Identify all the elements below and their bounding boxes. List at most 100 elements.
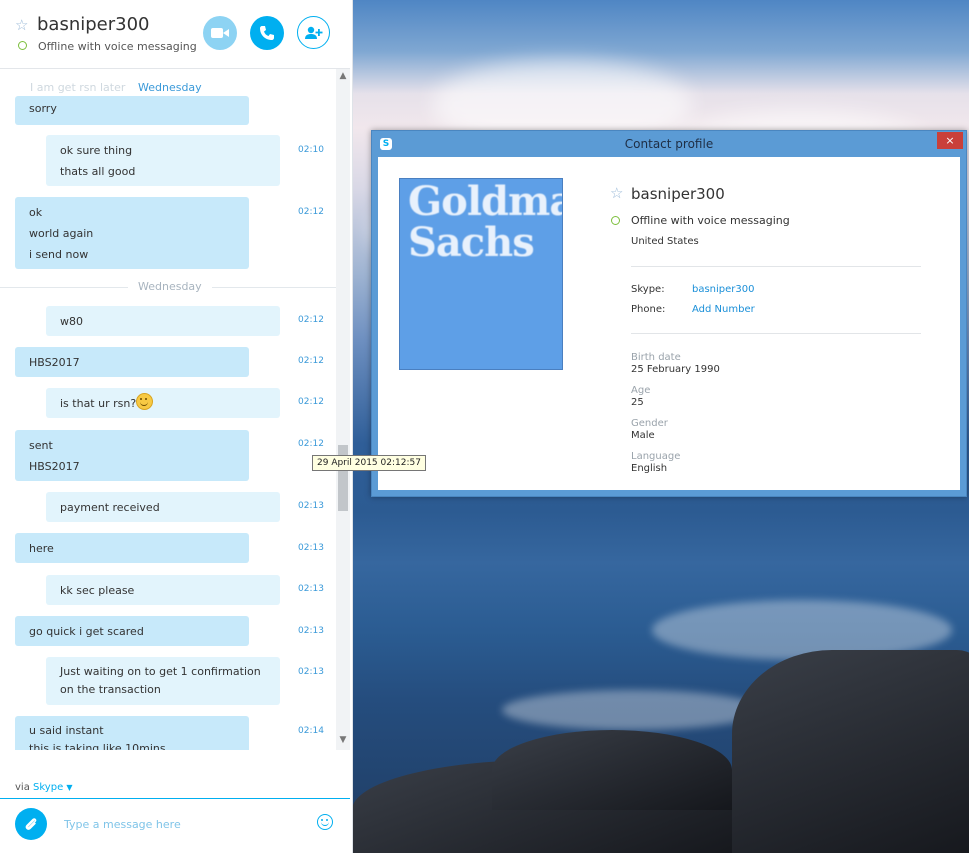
- message-bubble[interactable]: kk sec please: [46, 575, 280, 605]
- attach-button[interactable]: [15, 808, 47, 840]
- rock: [732, 650, 969, 853]
- divider: [631, 333, 921, 334]
- message-bubble[interactable]: w80: [46, 306, 280, 336]
- emoji-icon[interactable]: [317, 814, 333, 830]
- status-icon: [611, 216, 620, 225]
- message-bubble[interactable]: ok sure thing thats all good: [46, 135, 280, 186]
- message-bubble[interactable]: ok world again i send now: [15, 197, 249, 269]
- message-time: 02:12: [298, 439, 324, 449]
- add-contact-button[interactable]: [297, 16, 330, 49]
- message-list[interactable]: I am get rsn later Wednesday sorry ok su…: [0, 69, 336, 750]
- message-bubble[interactable]: sorry: [15, 96, 249, 125]
- message-bubble[interactable]: HBS2017: [15, 347, 249, 377]
- message-text: thats all good: [60, 165, 136, 178]
- message-text: HBS2017: [29, 356, 80, 369]
- message-text: here: [29, 542, 54, 555]
- message-bubble[interactable]: go quick i get scared: [15, 616, 249, 646]
- rock: [492, 730, 732, 810]
- star-icon[interactable]: ☆: [15, 18, 28, 33]
- message-text: Just waiting on to get 1 confirmation: [60, 665, 261, 678]
- profile-country: United States: [631, 236, 699, 247]
- message-text: this is taking like 10mins: [29, 742, 166, 750]
- message-time: 02:13: [298, 667, 324, 677]
- status-icon: [18, 41, 27, 50]
- message-time: 02:12: [298, 207, 324, 217]
- close-icon: ×: [945, 134, 955, 147]
- scroll-up-icon[interactable]: ▲: [336, 71, 350, 81]
- avatar-logo: Goldman Sachs: [408, 178, 562, 266]
- profile-status: Offline with voice messaging: [631, 214, 790, 227]
- message-time: 02:12: [298, 397, 324, 407]
- message-time: 02:13: [298, 626, 324, 636]
- contact-profile-window: S Contact profile × Goldman Sachs ☆ basn…: [371, 130, 967, 497]
- language-label: Language: [631, 451, 681, 462]
- message-text: HBS2017: [29, 460, 80, 473]
- message-bubble[interactable]: Just waiting on to get 1 confirmation on…: [46, 657, 280, 705]
- message-text: ok sure thing: [60, 144, 133, 157]
- avatar-logo-line: Sachs: [408, 219, 535, 266]
- message-text: w80: [60, 315, 83, 328]
- profile-name: basniper300: [631, 185, 725, 203]
- avatar: Goldman Sachs: [399, 178, 563, 370]
- message-text: is that ur rsn?: [60, 393, 266, 414]
- window-title: Contact profile: [624, 137, 714, 151]
- message-bubble[interactable]: is that ur rsn?: [46, 388, 280, 418]
- message-bubble[interactable]: payment received: [46, 492, 280, 522]
- smiley-icon: [136, 393, 154, 410]
- birth-date-value: 25 February 1990: [631, 364, 720, 375]
- message-text: world again: [29, 227, 94, 240]
- message-bubble[interactable]: sent HBS2017: [15, 430, 249, 481]
- language-value: English: [631, 463, 668, 474]
- day-divider-label: Wednesday: [128, 280, 212, 293]
- message-time: 02:13: [298, 543, 324, 553]
- phone-icon: [260, 26, 274, 40]
- window-titlebar[interactable]: S Contact profile ×: [372, 131, 966, 157]
- message-text: payment received: [60, 501, 160, 514]
- message-input-bar: [0, 798, 350, 847]
- message-text: sorry: [29, 102, 57, 115]
- profile-body: Goldman Sachs ☆ basniper300 Offline with…: [378, 157, 960, 490]
- add-contact-icon: [304, 26, 322, 39]
- message-text-content: is that ur rsn?: [60, 397, 137, 410]
- via-service: via Skype ▼: [15, 782, 73, 793]
- video-call-button[interactable]: [203, 16, 237, 50]
- avatar-logo-line: Goldman: [408, 178, 562, 225]
- message-time: 02:12: [298, 356, 324, 366]
- audio-call-button[interactable]: [250, 16, 284, 50]
- message-text: sent: [29, 439, 53, 452]
- message-input[interactable]: [62, 814, 306, 834]
- service-selector[interactable]: Skype ▼: [33, 782, 73, 793]
- phone-label: Phone:: [631, 304, 666, 315]
- timestamp-tooltip: 29 April 2015 02:12:57: [312, 455, 426, 471]
- message-time: 02:13: [298, 584, 324, 594]
- gender-label: Gender: [631, 418, 668, 429]
- video-icon: [211, 28, 229, 38]
- message-time: 02:12: [298, 315, 324, 325]
- skype-id-link[interactable]: basniper300: [692, 284, 755, 295]
- skype-label: Skype:: [631, 284, 665, 295]
- chat-panel: ☆ basniper300 Offline with voice messagi…: [0, 0, 426, 853]
- scroll-down-icon[interactable]: ▼: [336, 735, 350, 745]
- service-name: Skype: [33, 782, 64, 793]
- contact-name: basniper300: [37, 14, 150, 35]
- via-label: via: [15, 782, 30, 793]
- age-label: Age: [631, 385, 651, 396]
- message-scrollbar[interactable]: ▲ ▼: [336, 69, 350, 750]
- message-time: 02:10: [298, 145, 324, 155]
- divider: [631, 266, 921, 267]
- close-button[interactable]: ×: [937, 132, 963, 149]
- chevron-down-icon: ▼: [66, 783, 73, 792]
- message-text: go quick i get scared: [29, 625, 144, 638]
- message-time: 02:13: [298, 501, 324, 511]
- wave-foam: [502, 690, 762, 730]
- message-bubble[interactable]: here: [15, 533, 249, 563]
- message-text: on the transaction: [60, 683, 161, 696]
- message-bubble[interactable]: u said instant this is taking like 10min…: [15, 716, 249, 750]
- add-number-link[interactable]: Add Number: [692, 304, 755, 315]
- attach-icon: [25, 818, 37, 830]
- star-icon[interactable]: ☆: [610, 186, 623, 201]
- message-text: u said instant: [29, 724, 104, 737]
- message-text: ok: [29, 206, 43, 219]
- message-text: i send now: [29, 248, 89, 261]
- message-text: kk sec please: [60, 584, 135, 597]
